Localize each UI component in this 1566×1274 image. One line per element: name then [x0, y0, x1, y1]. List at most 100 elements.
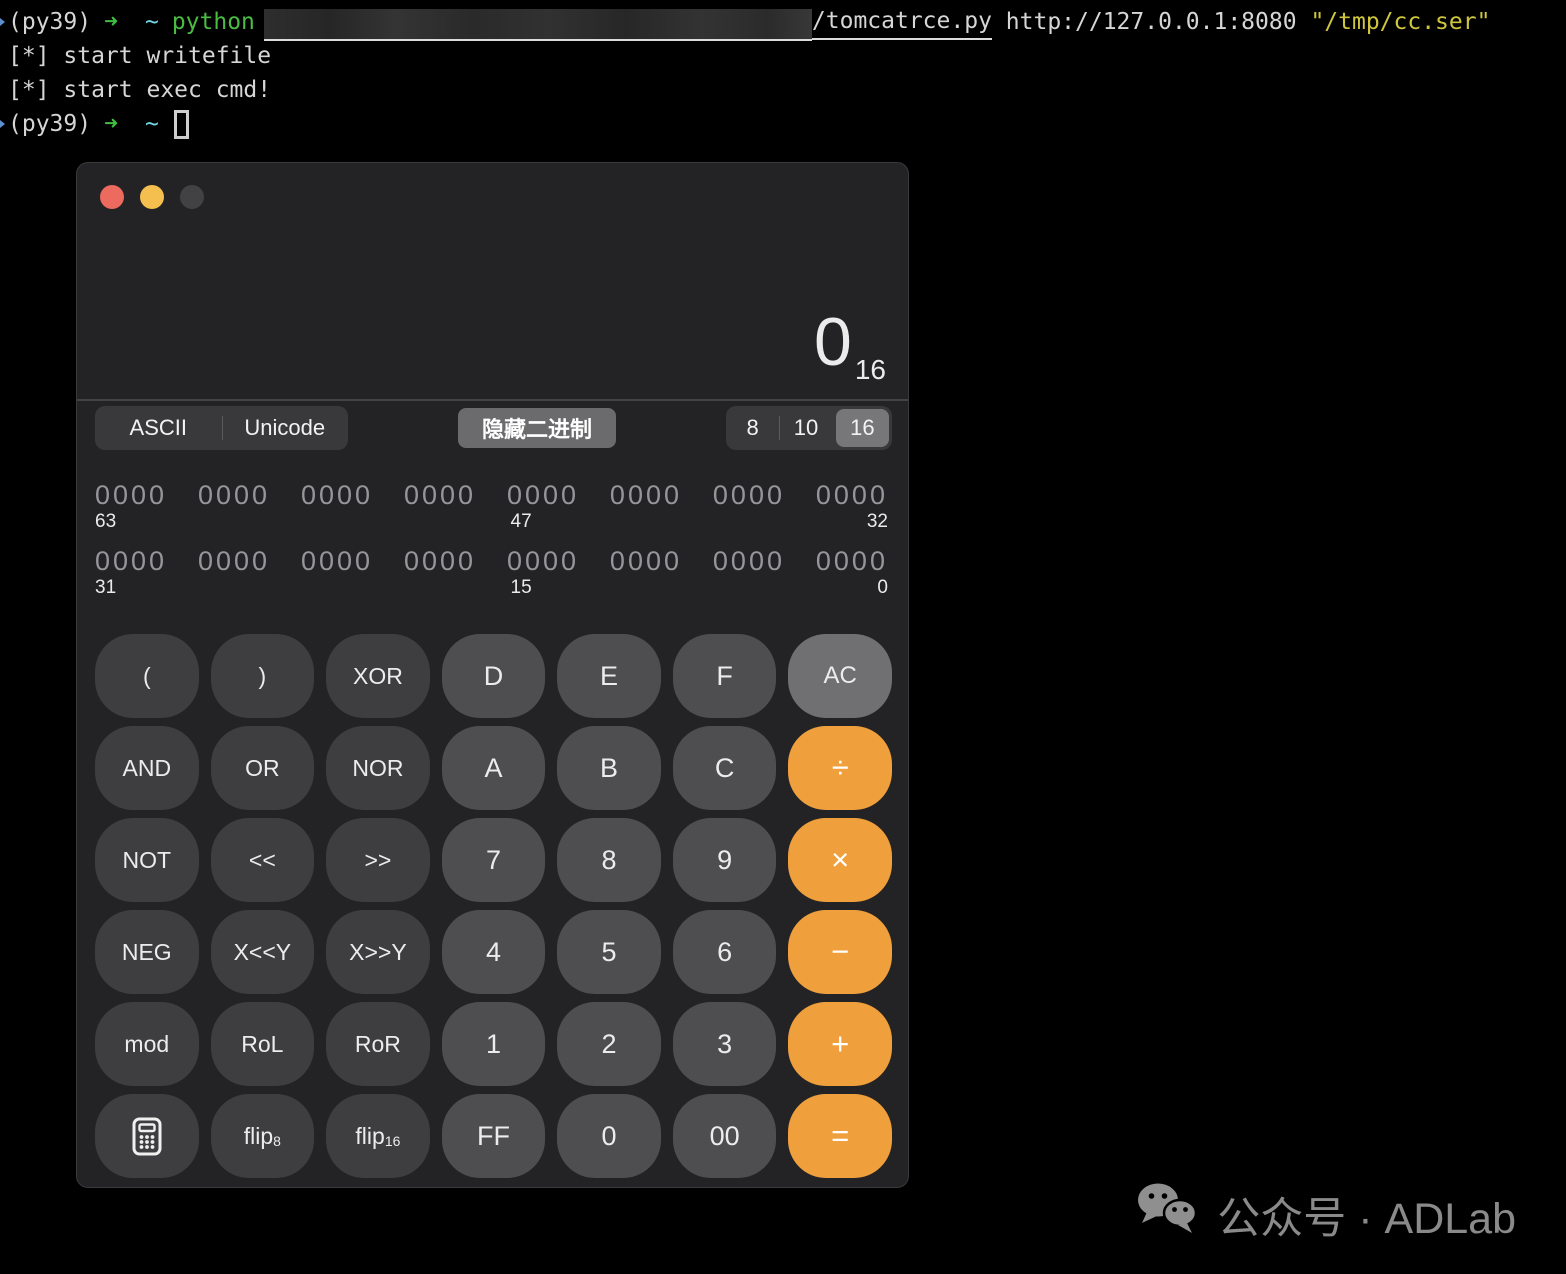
bit-group[interactable]: 0000 — [95, 545, 167, 577]
hide-binary-button[interactable]: 隐藏二进制 — [458, 408, 616, 448]
key-label: C — [714, 752, 735, 783]
terminal-cursor[interactable] — [173, 109, 189, 139]
close-button[interactable] — [100, 185, 124, 209]
key-b[interactable]: B — [557, 726, 661, 810]
minimize-button[interactable] — [140, 185, 164, 209]
calculator-icon — [132, 1117, 162, 1156]
key-flip16[interactable]: flip 16 — [326, 1094, 430, 1178]
key-neg[interactable]: NEG — [95, 910, 199, 994]
bit-group[interactable]: 0000 — [816, 545, 888, 577]
key-label: − — [831, 934, 850, 969]
key-a[interactable]: A — [441, 726, 546, 810]
segment-base-10[interactable]: 10 — [779, 406, 832, 450]
key-5[interactable]: 5 — [557, 910, 661, 994]
key-6[interactable]: 6 — [672, 910, 777, 994]
key-ff[interactable]: FF — [441, 1094, 546, 1178]
bit-group[interactable]: 0000 — [301, 545, 373, 577]
output-text: [*] start exec cmd! — [8, 77, 272, 103]
key-open-paren[interactable]: ( — [95, 634, 199, 718]
key-3[interactable]: 3 — [672, 1002, 777, 1086]
key-or[interactable]: OR — [210, 726, 315, 810]
key-label: AC — [823, 662, 857, 689]
key-f[interactable]: F — [672, 634, 777, 718]
key-label: AND — [122, 754, 172, 781]
space-spacer — [1297, 5, 1311, 39]
key-4[interactable]: 4 — [441, 910, 546, 994]
key-x-shift-right-y[interactable]: X>>Y — [326, 910, 430, 994]
key-and[interactable]: AND — [95, 726, 199, 810]
key-label: D — [483, 660, 504, 691]
segment-ascii[interactable]: ASCII — [95, 406, 222, 450]
key-label: flip — [355, 1122, 385, 1149]
key-d[interactable]: D — [441, 634, 546, 718]
bit-group[interactable]: 0000 — [610, 545, 682, 577]
key-00[interactable]: 00 — [672, 1094, 777, 1178]
display-divider — [77, 399, 908, 401]
key-divide[interactable]: ÷ — [788, 726, 892, 810]
key-8[interactable]: 8 — [557, 818, 661, 902]
binary-row-0: 0000 0000 0000 0000 0000 0000 0000 0000 — [95, 479, 888, 511]
key-ror[interactable]: RoR — [326, 1002, 430, 1086]
bit-group[interactable]: 0000 — [610, 479, 682, 511]
segment-base-8[interactable]: 8 — [726, 406, 779, 450]
bit-index-label: 31 — [95, 577, 117, 598]
bit-group[interactable]: 0000 — [95, 479, 167, 511]
keypad: () XOR D E F AC AND OR NOR A B C ÷ NOT << >> 7 8 9 × NEG X<<Y… — [95, 634, 892, 1178]
watermark-text: 公众号 · ADLab — [1217, 1194, 1516, 1243]
key-mod[interactable]: mod — [95, 1002, 199, 1086]
space-spacer — [992, 5, 1006, 39]
key-not[interactable]: NOT — [95, 818, 199, 902]
bit-group[interactable]: 0000 — [301, 479, 373, 511]
key-shift-left[interactable]: << — [210, 818, 315, 902]
key-label: 3 — [717, 1028, 733, 1059]
terminal-output-line: [*] start writefile — [8, 39, 1490, 73]
bit-index-labels: 63 47 32 — [95, 511, 888, 545]
key-shift-right[interactable]: >> — [326, 818, 430, 902]
bit-group[interactable]: 0000 — [198, 479, 270, 511]
wechat-icon — [1135, 1181, 1201, 1248]
bit-group[interactable]: 0000 — [507, 545, 579, 577]
bit-group[interactable]: 0000 — [713, 545, 785, 577]
key-label: B — [600, 752, 619, 783]
prompt-directory: ~ — [144, 9, 159, 35]
key-e[interactable]: E — [557, 634, 661, 718]
key-c[interactable]: C — [672, 726, 777, 810]
key-7[interactable]: 7 — [441, 818, 546, 902]
zoom-button[interactable] — [180, 185, 204, 209]
key-equals[interactable]: = — [788, 1094, 892, 1178]
bit-group[interactable]: 0000 — [713, 479, 785, 511]
key-label: × — [831, 842, 850, 877]
key-flip8[interactable]: flip 8 — [210, 1094, 315, 1178]
bit-group[interactable]: 0000 — [816, 479, 888, 511]
terminal-output: (py39) ➜ ~ python /tomcatrce.py http://1… — [0, 5, 1490, 141]
key-xor[interactable]: XOR — [326, 634, 430, 718]
bit-group[interactable]: 0000 — [404, 479, 476, 511]
key-0[interactable]: 0 — [557, 1094, 661, 1178]
key-nor[interactable]: NOR — [326, 726, 430, 810]
key-add[interactable]: + — [788, 1002, 892, 1086]
key-rol[interactable]: RoL — [210, 1002, 315, 1086]
key-label: flip — [243, 1122, 274, 1149]
key-label: FF — [476, 1120, 510, 1151]
key-9[interactable]: 9 — [672, 818, 777, 902]
key-close-paren[interactable]: ) — [210, 634, 315, 718]
key-ac[interactable]: AC — [788, 634, 892, 718]
bit-group[interactable]: 0000 — [198, 545, 270, 577]
key-label: 2 — [601, 1028, 617, 1059]
bit-group[interactable]: 0000 — [404, 545, 476, 577]
key-2[interactable]: 2 — [557, 1002, 661, 1086]
key-show-basic[interactable] — [95, 1094, 199, 1178]
key-label: 5 — [601, 936, 617, 967]
segment-unicode[interactable]: Unicode — [221, 406, 349, 450]
key-multiply[interactable]: × — [788, 818, 892, 902]
key-1[interactable]: 1 — [441, 1002, 546, 1086]
key-x-shift-left-y[interactable]: X<<Y — [210, 910, 315, 994]
key-subtract[interactable]: − — [788, 910, 892, 994]
bit-group[interactable]: 0000 — [507, 479, 579, 511]
key-label: NOT — [122, 846, 172, 873]
segment-base-16[interactable]: 16 — [835, 409, 889, 447]
watermark: 公众号 · ADLab — [1135, 1181, 1516, 1248]
key-label: ÷ — [831, 750, 849, 785]
binary-bit-panel: 0000 0000 0000 0000 0000 0000 0000 0000 63 47 32 00… — [95, 479, 888, 611]
bit-index-label: 47 — [510, 511, 532, 532]
